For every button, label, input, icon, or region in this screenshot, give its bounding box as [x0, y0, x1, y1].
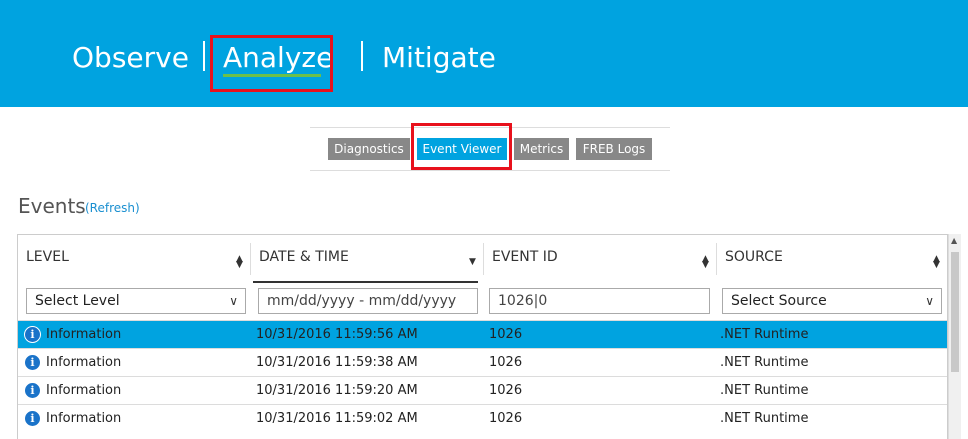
- subnav-bottom-divider: [310, 170, 670, 171]
- nav-mitigate[interactable]: Mitigate: [382, 40, 496, 76]
- refresh-link[interactable]: (Refresh): [85, 201, 140, 215]
- cell-datetime: 10/31/2016 11:59:02 AM: [256, 411, 418, 426]
- column-header-label: EVENT ID: [492, 249, 558, 265]
- table-row[interactable]: i Information 10/31/2016 11:59:02 AM 102…: [18, 404, 947, 433]
- tab-metrics[interactable]: Metrics: [514, 138, 569, 160]
- column-header-level[interactable]: LEVEL ▲ ▼: [18, 235, 250, 283]
- nav-separator: [203, 41, 205, 71]
- cell-event-id: 1026: [489, 355, 523, 370]
- tab-event-viewer[interactable]: Event Viewer: [417, 138, 507, 160]
- cell-event-id: 1026: [489, 327, 523, 342]
- sort-down-icon: ▼: [469, 257, 476, 267]
- event-id-filter-input[interactable]: 1026|0: [489, 288, 710, 314]
- sort-both-icon: ▲ ▼: [702, 254, 709, 270]
- nav-active-underline: [223, 74, 321, 77]
- sort-both-icon: ▲ ▼: [933, 254, 940, 270]
- cell-level: Information: [46, 411, 122, 426]
- source-filter-select[interactable]: Select Source ∨: [722, 288, 942, 314]
- cell-level: Information: [46, 383, 122, 398]
- info-icon: i: [25, 383, 40, 398]
- cell-source: .NET Runtime: [720, 327, 809, 342]
- scroll-thumb[interactable]: [951, 252, 959, 372]
- active-sort-underline: [253, 281, 478, 283]
- events-title: Events: [18, 194, 86, 218]
- column-header-label: LEVEL: [26, 249, 69, 265]
- nav-observe[interactable]: Observe: [72, 40, 189, 76]
- chevron-down-icon: ∨: [229, 294, 238, 308]
- cell-datetime: 10/31/2016 11:59:56 AM: [256, 327, 418, 342]
- events-grid: LEVEL ▲ ▼ DATE & TIME ▼ EVENT ID ▲ ▼ SOURC…: [17, 234, 948, 439]
- date-range-input[interactable]: mm/dd/yyyy - mm/dd/yyyy: [258, 288, 478, 314]
- cell-source: .NET Runtime: [720, 383, 809, 398]
- source-filter-value: Select Source: [731, 293, 827, 309]
- column-header-event-id[interactable]: EVENT ID ▲ ▼: [484, 235, 716, 283]
- info-icon: i: [25, 355, 40, 370]
- cell-datetime: 10/31/2016 11:59:38 AM: [256, 355, 418, 370]
- info-icon: i: [25, 411, 40, 426]
- table-row[interactable]: i Information 10/31/2016 11:59:20 AM 102…: [18, 376, 947, 405]
- cell-source: .NET Runtime: [720, 411, 809, 426]
- info-icon: i: [25, 327, 40, 342]
- table-row[interactable]: i Information 10/31/2016 11:59:38 AM 102…: [18, 348, 947, 377]
- table-row[interactable]: i Information 10/31/2016 11:59:56 AM 102…: [18, 320, 947, 349]
- column-header-label: DATE & TIME: [259, 249, 349, 265]
- grid-scrollbar[interactable]: ▲: [948, 234, 961, 439]
- chevron-down-icon: ∨: [925, 294, 934, 308]
- level-filter-value: Select Level: [35, 293, 120, 309]
- tab-diagnostics[interactable]: Diagnostics: [328, 138, 410, 160]
- subnav-top-divider: [310, 127, 670, 128]
- top-nav-bar: Observe Analyze Mitigate: [0, 0, 968, 107]
- cell-event-id: 1026: [489, 383, 523, 398]
- cell-source: .NET Runtime: [720, 355, 809, 370]
- column-header-source[interactable]: SOURCE ▲ ▼: [717, 235, 947, 283]
- column-header-date-time[interactable]: DATE & TIME ▼: [251, 235, 483, 283]
- sort-both-icon: ▲ ▼: [236, 254, 243, 270]
- cell-level: Information: [46, 327, 122, 342]
- nav-separator: [361, 41, 363, 71]
- column-header-label: SOURCE: [725, 249, 783, 265]
- nav-analyze[interactable]: Analyze: [223, 40, 333, 76]
- level-filter-select[interactable]: Select Level ∨: [26, 288, 246, 314]
- cell-event-id: 1026: [489, 411, 523, 426]
- cell-level: Information: [46, 355, 122, 370]
- cell-datetime: 10/31/2016 11:59:20 AM: [256, 383, 418, 398]
- tab-freb-logs[interactable]: FREB Logs: [576, 138, 652, 160]
- scroll-up-icon[interactable]: ▲: [951, 236, 957, 245]
